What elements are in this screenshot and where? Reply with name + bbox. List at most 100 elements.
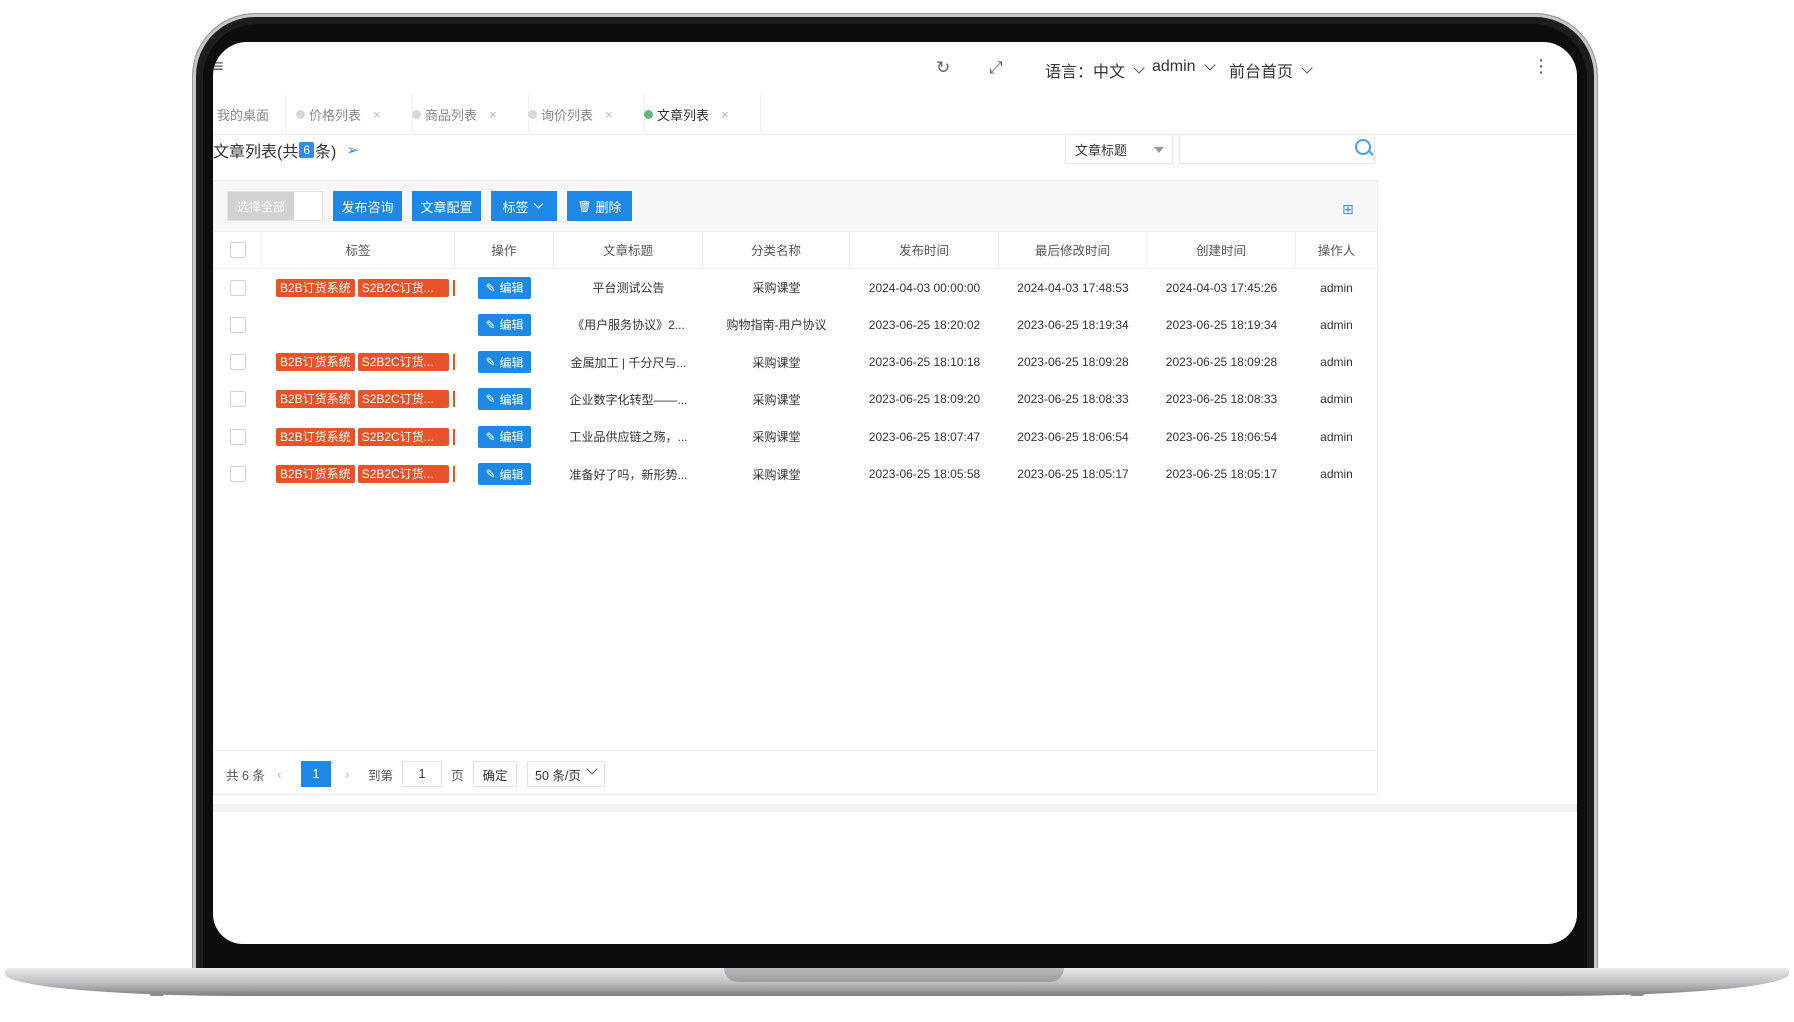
modified-cell: 2023-06-25 18:05:17 [1017,467,1129,481]
edit-label: 编辑 [499,392,524,407]
caret-down-icon [1154,147,1164,153]
refresh-icon[interactable]: ↻ [936,58,950,78]
more-icon[interactable]: ⋮ [1532,56,1550,77]
delete-button[interactable]: 🗑 删除 [567,191,632,221]
tab-product-list[interactable]: 商品列表 × [397,94,529,134]
tag-badge: S2B2C订货... [357,353,450,372]
action-cell: ✎ 编辑 [454,344,555,381]
select-all-label: 选择全部 [228,192,294,220]
edit-button[interactable]: ✎ 编辑 [478,388,531,411]
tags-cell: B2B订货系统 S2B2C订货... [262,269,455,306]
bottom-bar [213,804,1577,812]
tag-badge: S2B2C订货... [357,465,450,483]
chevron-down-icon [1203,58,1216,71]
language-dropdown[interactable]: 语言：中文 [1045,58,1147,82]
search-input[interactable] [1179,134,1375,164]
table-row: ✎ 编辑 《用户服务协议》2... 购物指南-用户协议 2023-06-25 18:20… [214,306,1377,343]
pencil-icon: ✎ [485,467,496,481]
column-header: 标签 [262,231,455,268]
tab-inquiry-list[interactable]: 询价列表 × [513,94,645,134]
row-checkbox[interactable] [230,316,246,333]
pencil-icon: ✎ [485,355,496,370]
pencil-icon: ✎ [485,392,496,407]
tag-badge: S2B2C订货... [357,427,450,446]
chevron-down-icon [1301,61,1313,74]
edit-button[interactable]: ✎ 编辑 [478,313,531,336]
column-header: 分类名称 [703,231,850,268]
goto-page-input[interactable]: 1 [402,761,442,787]
pencil-icon: ✎ [485,280,496,295]
row-checkbox[interactable] [230,391,246,408]
close-icon[interactable]: × [489,107,497,122]
tag-badge: S2B2C订货... [357,278,450,297]
edit-button[interactable]: ✎ 编辑 [478,276,531,299]
edit-button[interactable]: ✎ 编辑 [478,463,531,485]
column-header: 文章标题 [554,231,703,268]
language-label: 语言：中文 [1045,64,1126,81]
close-icon[interactable]: × [721,107,729,122]
publish-cell: 2023-06-25 18:07:47 [868,429,981,444]
created-cell: 2023-06-25 18:06:54 [1165,429,1278,444]
category-cell: 采购课堂 [752,392,801,407]
count-badge: 6 [299,142,315,158]
row-checkbox[interactable] [230,428,246,445]
menu-icon[interactable]: ≡ [213,56,224,77]
row-checkbox[interactable] [230,466,246,482]
tag-badge: B2B订货系统 [276,390,355,409]
search-icon[interactable] [1355,139,1371,155]
frontpage-dropdown[interactable]: 前台首页 [1229,58,1315,82]
publish-button[interactable]: 发布咨询 [333,191,402,221]
laptop-foot [150,992,164,996]
edit-label: 编辑 [499,430,524,445]
tab-label: 价格列表 [309,107,362,123]
total-count: 共 6 条 [226,768,265,783]
row-checkbox-cell [214,456,262,493]
page-title: 文章列表(共 6 条) ➢ [213,138,359,162]
article-table-card: 选择全部 发布咨询 文章配置 标签 🗑 删除 ⊞ 标签 操作 文章标题 分类名称 … [213,180,1378,795]
edit-label: 编辑 [499,467,524,482]
tab-desktop[interactable]: 我的桌面 [213,94,286,134]
operator-cell: admin [1320,429,1353,444]
column-grid-icon[interactable]: ⊞ [1342,201,1354,218]
edit-button[interactable]: ✎ 编辑 [478,425,531,448]
page-size-select[interactable]: 50 条/页 [527,761,605,787]
search-field-select[interactable]: 文章标题 [1065,134,1173,164]
tab-label: 商品列表 [425,107,478,123]
table-row: B2B订货系统 S2B2C订货... ✎ 编辑 准备好了吗，新形势... 采购课堂 2023… [214,456,1377,493]
created-cell: 2023-06-25 18:08:33 [1165,392,1278,407]
modified-cell: 2023-06-25 18:19:34 [1017,317,1129,332]
tags-cell: B2B订货系统 S2B2C订货... [262,344,455,381]
user-dropdown[interactable]: admin [1152,58,1218,76]
row-checkbox-cell [214,381,262,418]
close-icon[interactable]: × [605,107,613,122]
action-cell: ✎ 编辑 [454,418,555,455]
row-checkbox[interactable] [230,279,246,296]
top-header: ≡ ↻ ⤢ 语言：中文 admin 前台首页 ⋮ [213,42,1577,95]
pencil-icon: ✎ [485,317,496,332]
tags-dropdown-button[interactable]: 标签 [491,191,557,221]
chevron-down-icon [533,198,543,209]
tags-cell: B2B订货系统 S2B2C订货... [262,381,455,418]
prev-page-icon[interactable]: ‹ [277,761,282,787]
column-header: 操作 [455,231,554,268]
page-number-current[interactable]: 1 [301,761,331,787]
edit-label: 编辑 [499,355,524,370]
modified-cell: 2023-06-25 18:09:28 [1017,355,1129,370]
select-all-checkbox[interactable] [229,241,246,258]
tags-cell: B2B订货系统 S2B2C订货... [262,418,455,455]
fullscreen-icon[interactable]: ⤢ [989,58,1003,78]
next-page-icon[interactable]: › [345,761,350,787]
action-cell: ✎ 编辑 [454,456,555,493]
tab-article-list[interactable]: 文章列表 × [629,94,761,134]
goto-confirm-button[interactable]: 确定 [473,761,517,787]
close-icon[interactable]: × [373,107,381,122]
row-checkbox[interactable] [230,354,246,371]
category-cell: 采购课堂 [752,430,801,445]
article-config-button[interactable]: 文章配置 [412,191,481,221]
select-all-toggle[interactable]: 选择全部 [227,191,323,221]
edit-button[interactable]: ✎ 编辑 [478,351,531,374]
tab-price-list[interactable]: 价格列表 × [281,94,413,134]
header-checkbox-cell [214,231,262,268]
created-cell: 2023-06-25 18:09:28 [1165,355,1278,370]
send-icon[interactable]: ➢ [346,141,359,159]
